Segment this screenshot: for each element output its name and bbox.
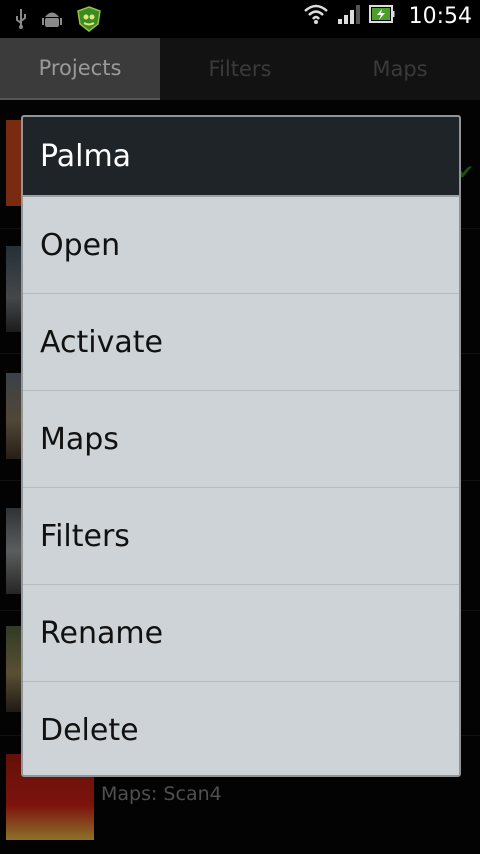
menu-item-filters[interactable]: Filters <box>23 488 459 585</box>
notification-icons <box>14 6 102 36</box>
tab-projects[interactable]: Projects <box>0 38 160 100</box>
dialog-title: Palma <box>23 117 459 197</box>
menu-item-rename[interactable]: Rename <box>23 585 459 682</box>
menu-item-maps[interactable]: Maps <box>23 391 459 488</box>
usb-icon <box>14 8 28 34</box>
tab-filters[interactable]: Filters <box>160 38 320 100</box>
tab-bar: Projects Filters Maps <box>0 38 480 100</box>
menu-item-open[interactable]: Open <box>23 197 459 294</box>
app-shield-icon <box>76 6 102 36</box>
menu-item-delete[interactable]: Delete <box>23 682 459 775</box>
battery-charging-icon <box>368 4 395 28</box>
signal-icon <box>337 3 361 29</box>
screen: 10:54 Projects Filters Maps ✔ Maps: Scan… <box>0 0 480 854</box>
status-bar: 10:54 <box>0 0 480 38</box>
menu-item-activate[interactable]: Activate <box>23 294 459 391</box>
system-icons: 10:54 <box>303 3 472 29</box>
wifi-icon <box>303 3 329 29</box>
context-menu-dialog: Palma Open Activate Maps Filters Rename … <box>21 115 461 777</box>
clock: 10:54 <box>408 3 472 29</box>
android-debug-icon <box>42 8 62 34</box>
tab-maps[interactable]: Maps <box>320 38 480 100</box>
